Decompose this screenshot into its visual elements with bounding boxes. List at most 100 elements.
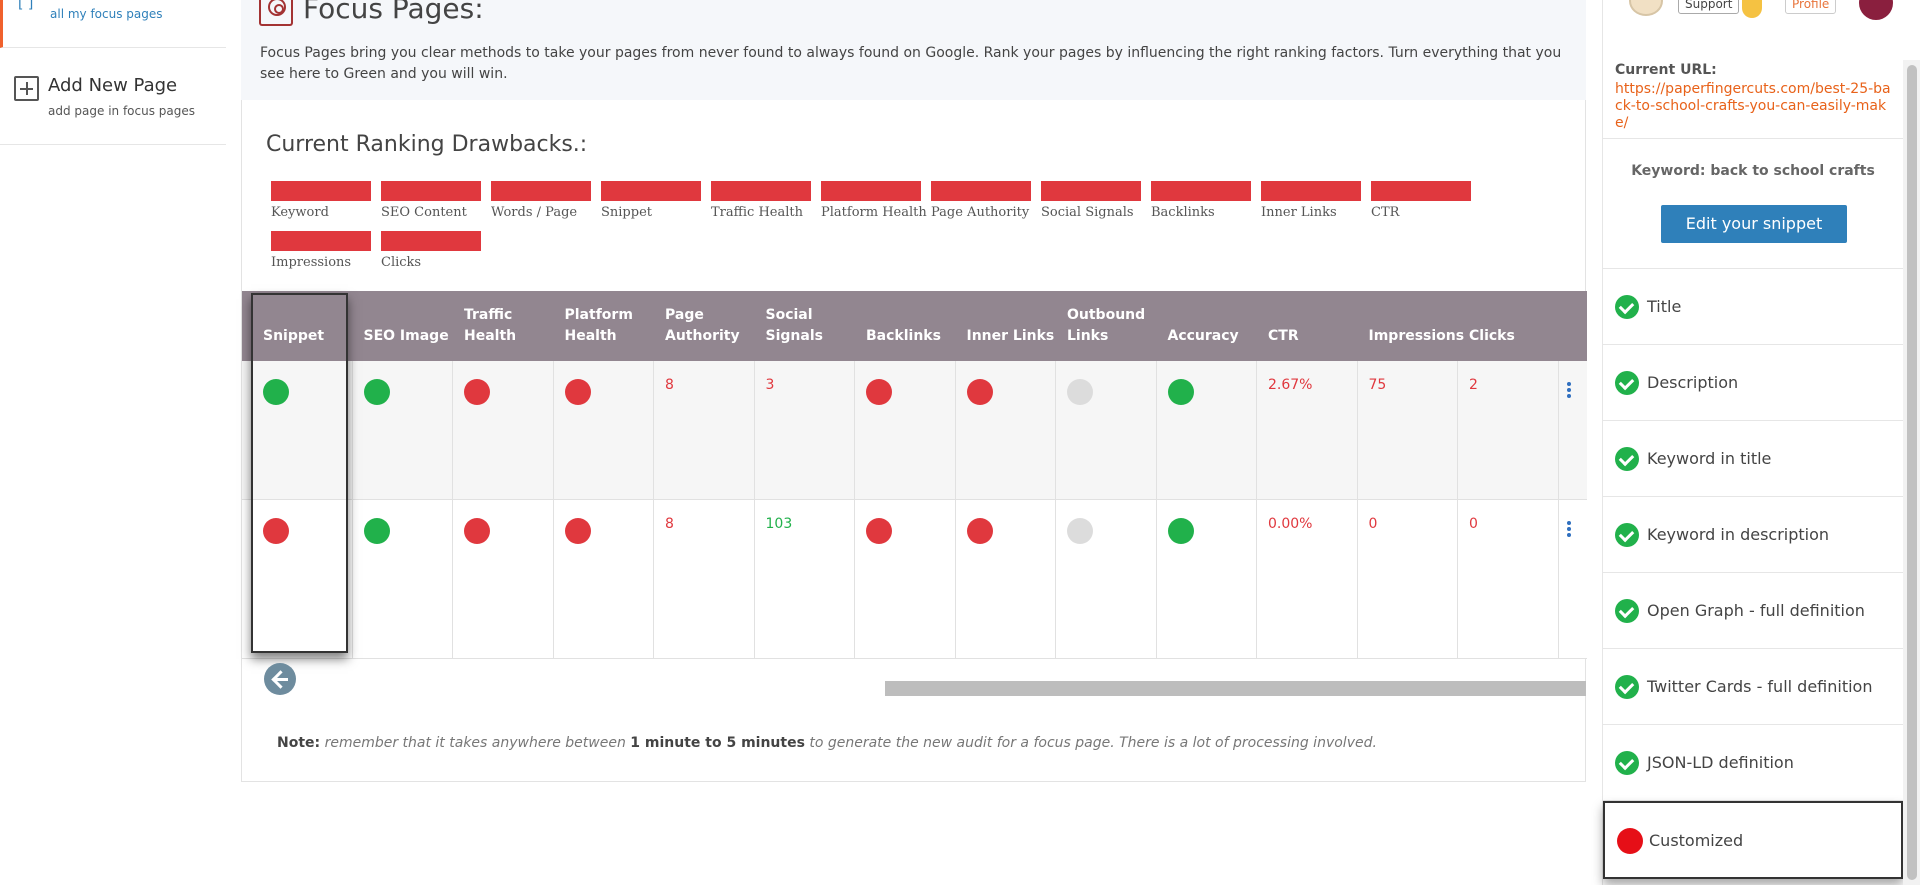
drawback-label: Snippet: [601, 205, 652, 220]
check-label: Description: [1647, 373, 1739, 392]
check-item[interactable]: Keyword in description: [1603, 497, 1903, 573]
status-dot: [564, 379, 591, 405]
table-header-cell[interactable]: Inner Links: [955, 291, 1056, 361]
column-divider: [452, 361, 453, 659]
audit-note: Note: remember that it takes anywhere be…: [277, 735, 1377, 751]
profile-button[interactable]: Profile: [1785, 0, 1837, 14]
note-text-2: to generate the new audit for a focus pa…: [804, 735, 1377, 751]
shield-icon[interactable]: [1742, 0, 1762, 18]
table-cell-value: 8: [665, 377, 674, 393]
table-cell-value: 0: [1469, 516, 1478, 532]
sidebar-item-icon: [ ]: [18, 0, 34, 12]
sidebar-item-sub: add page in focus pages: [48, 104, 195, 118]
page-description: Focus Pages bring you clear methods to t…: [260, 45, 1562, 82]
column-divider: [552, 361, 554, 659]
row-menu-icon[interactable]: [1567, 382, 1571, 398]
vertical-scrollbar-thumb[interactable]: [1907, 65, 1917, 880]
table-header-cell[interactable]: Backlinks: [854, 291, 955, 361]
table-header-cell[interactable]: Social Signals: [754, 291, 855, 361]
table-header-cell[interactable]: Impressions: [1357, 291, 1465, 361]
table-cell-value: 0: [1368, 516, 1378, 532]
drawback-label: Backlinks: [1151, 205, 1215, 220]
mascot-icon: [1629, 0, 1663, 16]
drawback-label: Impressions: [271, 255, 352, 270]
drawback-bar: [271, 181, 371, 201]
check-item[interactable]: Twitter Cards - full definition: [1603, 649, 1903, 725]
back-arrow-icon[interactable]: [264, 663, 296, 695]
table-header-cell[interactable]: Page Authority: [653, 291, 754, 361]
drawback-item: Social Signals: [1041, 181, 1143, 227]
status-dot: [263, 379, 289, 405]
status-dot: [464, 518, 490, 544]
status-dot: [363, 518, 390, 544]
note-prefix: Note:: [277, 735, 321, 751]
drawback-label: CTR: [1371, 205, 1400, 220]
drawback-item: Page Authority: [931, 181, 1033, 227]
status-dot: [866, 518, 892, 544]
table-header-cell[interactable]: Platform Health: [553, 291, 654, 361]
column-divider: [753, 361, 755, 659]
drawback-item: Backlinks: [1151, 181, 1253, 227]
check-item[interactable]: Customized: [1603, 801, 1903, 879]
current-url-link[interactable]: https://paperfingercuts.com/best-25-back…: [1615, 81, 1895, 132]
check-circle-icon: [1615, 371, 1639, 395]
row-menu-icon[interactable]: [1567, 521, 1571, 537]
check-circle-icon: [1615, 599, 1639, 623]
divider: [1603, 138, 1903, 139]
table-header-cell[interactable]: Clicks: [1457, 291, 1558, 361]
status-dot: [966, 379, 993, 405]
table-cell-value: 2.67%: [1268, 377, 1313, 393]
column-divider: [351, 361, 353, 659]
check-label: Title: [1647, 297, 1682, 316]
status-dot: [1067, 379, 1093, 405]
keyword-label: Keyword: back to school crafts: [1631, 163, 1875, 179]
check-circle-icon: [1615, 675, 1639, 699]
column-divider: [854, 361, 855, 659]
drawback-item: Snippet: [601, 181, 703, 227]
status-dot: [966, 518, 993, 544]
column-divider: [1055, 361, 1056, 659]
check-circle-icon: [1615, 295, 1639, 319]
drawback-label: Platform Health: [821, 205, 927, 220]
avatar[interactable]: [1859, 0, 1893, 20]
table-header-cell[interactable]: Outbound Links: [1055, 291, 1156, 361]
drawback-item: Platform Health: [821, 181, 927, 227]
drawback-item: Keyword: [271, 181, 373, 227]
sidebar-item-focus-pages[interactable]: [ ] all my focus pages: [0, 0, 226, 48]
table-header-cell[interactable]: SEO Image: [352, 291, 453, 361]
check-item[interactable]: Open Graph - full definition: [1603, 573, 1903, 649]
column-divider: [653, 361, 654, 659]
check-item[interactable]: Description: [1603, 345, 1903, 421]
edit-snippet-button[interactable]: Edit your snippet: [1661, 205, 1847, 243]
page-title: Focus Pages:: [303, 0, 484, 25]
table-cell-value: 2: [1469, 377, 1478, 393]
drawback-bar: [381, 181, 481, 201]
check-circle-icon: [1615, 523, 1639, 547]
check-item[interactable]: Keyword in title: [1603, 421, 1903, 497]
column-divider: [1256, 361, 1257, 659]
status-dot: [866, 379, 892, 405]
check-item[interactable]: JSON-LD definition: [1603, 725, 1903, 801]
table-cell-value: 0.00%: [1268, 516, 1313, 532]
check-label: Customized: [1649, 831, 1744, 850]
table-header-cell[interactable]: Accuracy: [1156, 291, 1257, 361]
check-item[interactable]: Title: [1603, 269, 1903, 345]
fail-dot-icon: [1617, 828, 1643, 854]
table-cell-value: 3: [765, 377, 775, 393]
table-header-cell[interactable]: Traffic Health: [452, 291, 553, 361]
sidebar-item-add-new-page[interactable]: Add New Page add page in focus pages: [0, 48, 226, 145]
table-header-cell[interactable]: CTR: [1256, 291, 1357, 361]
table-header-cell[interactable]: Snippet: [251, 291, 352, 361]
drawback-item: Impressions: [271, 231, 373, 277]
page-header: Focus Pages: Focus Pages bring you clear…: [241, 0, 1586, 100]
drawback-bar: [711, 181, 811, 201]
drawback-item: CTR: [1371, 181, 1473, 227]
drawback-label: Keyword: [271, 205, 329, 220]
table-header: Snippet SEO Image Traffic Health Platform H…: [242, 291, 1587, 361]
check-circle-icon: [1615, 751, 1639, 775]
support-button[interactable]: Support: [1678, 0, 1740, 14]
status-dot: [363, 379, 390, 405]
drawback-label: Inner Links: [1261, 205, 1337, 220]
horizontal-scrollbar[interactable]: [885, 681, 1586, 696]
column-divider: [1457, 361, 1458, 659]
